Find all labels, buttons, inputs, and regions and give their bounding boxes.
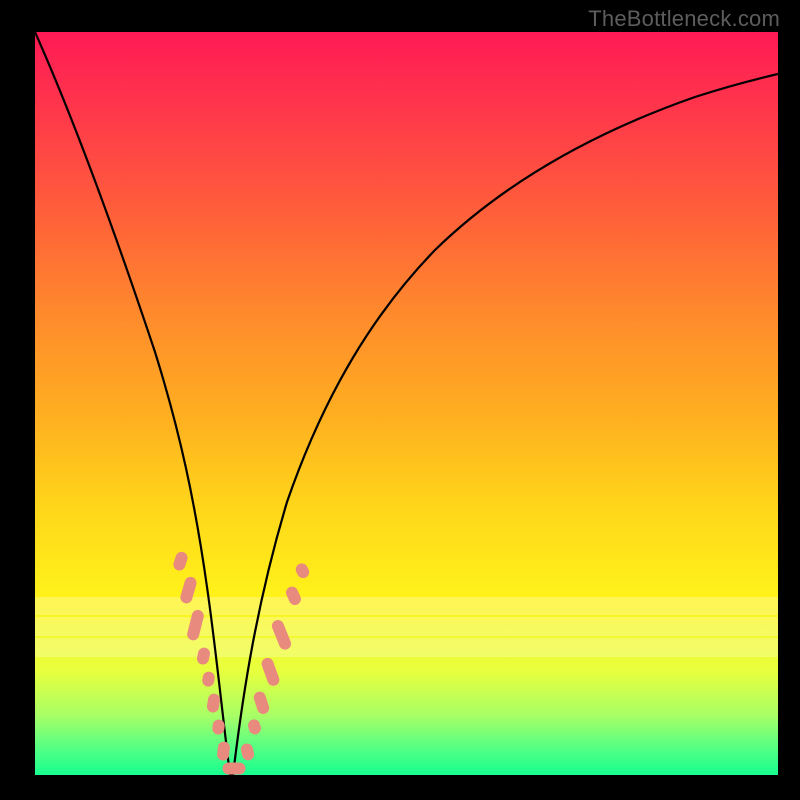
chart-frame: TheBottleneck.com — [0, 0, 800, 800]
marker-dot — [212, 719, 225, 734]
marker-dot — [207, 693, 221, 712]
marker-dot — [217, 742, 230, 761]
marker-dot — [202, 671, 215, 687]
marker-dot — [187, 609, 205, 641]
marker-dot — [196, 647, 210, 665]
marker-dot — [180, 576, 198, 604]
plot-area — [35, 32, 778, 775]
marker-dot — [253, 691, 270, 715]
marker-dot — [223, 763, 245, 774]
marker-dot — [271, 619, 292, 651]
marker-dot — [247, 719, 261, 735]
marker-dot — [285, 585, 302, 606]
marker-dot — [294, 562, 310, 579]
marker-dot — [172, 551, 188, 572]
marker-dot — [240, 743, 255, 761]
marker-dot — [261, 657, 281, 687]
bottleneck-curve — [35, 32, 778, 775]
curve-layer — [35, 32, 778, 775]
attribution-text: TheBottleneck.com — [588, 6, 780, 32]
marker-group — [172, 551, 310, 774]
